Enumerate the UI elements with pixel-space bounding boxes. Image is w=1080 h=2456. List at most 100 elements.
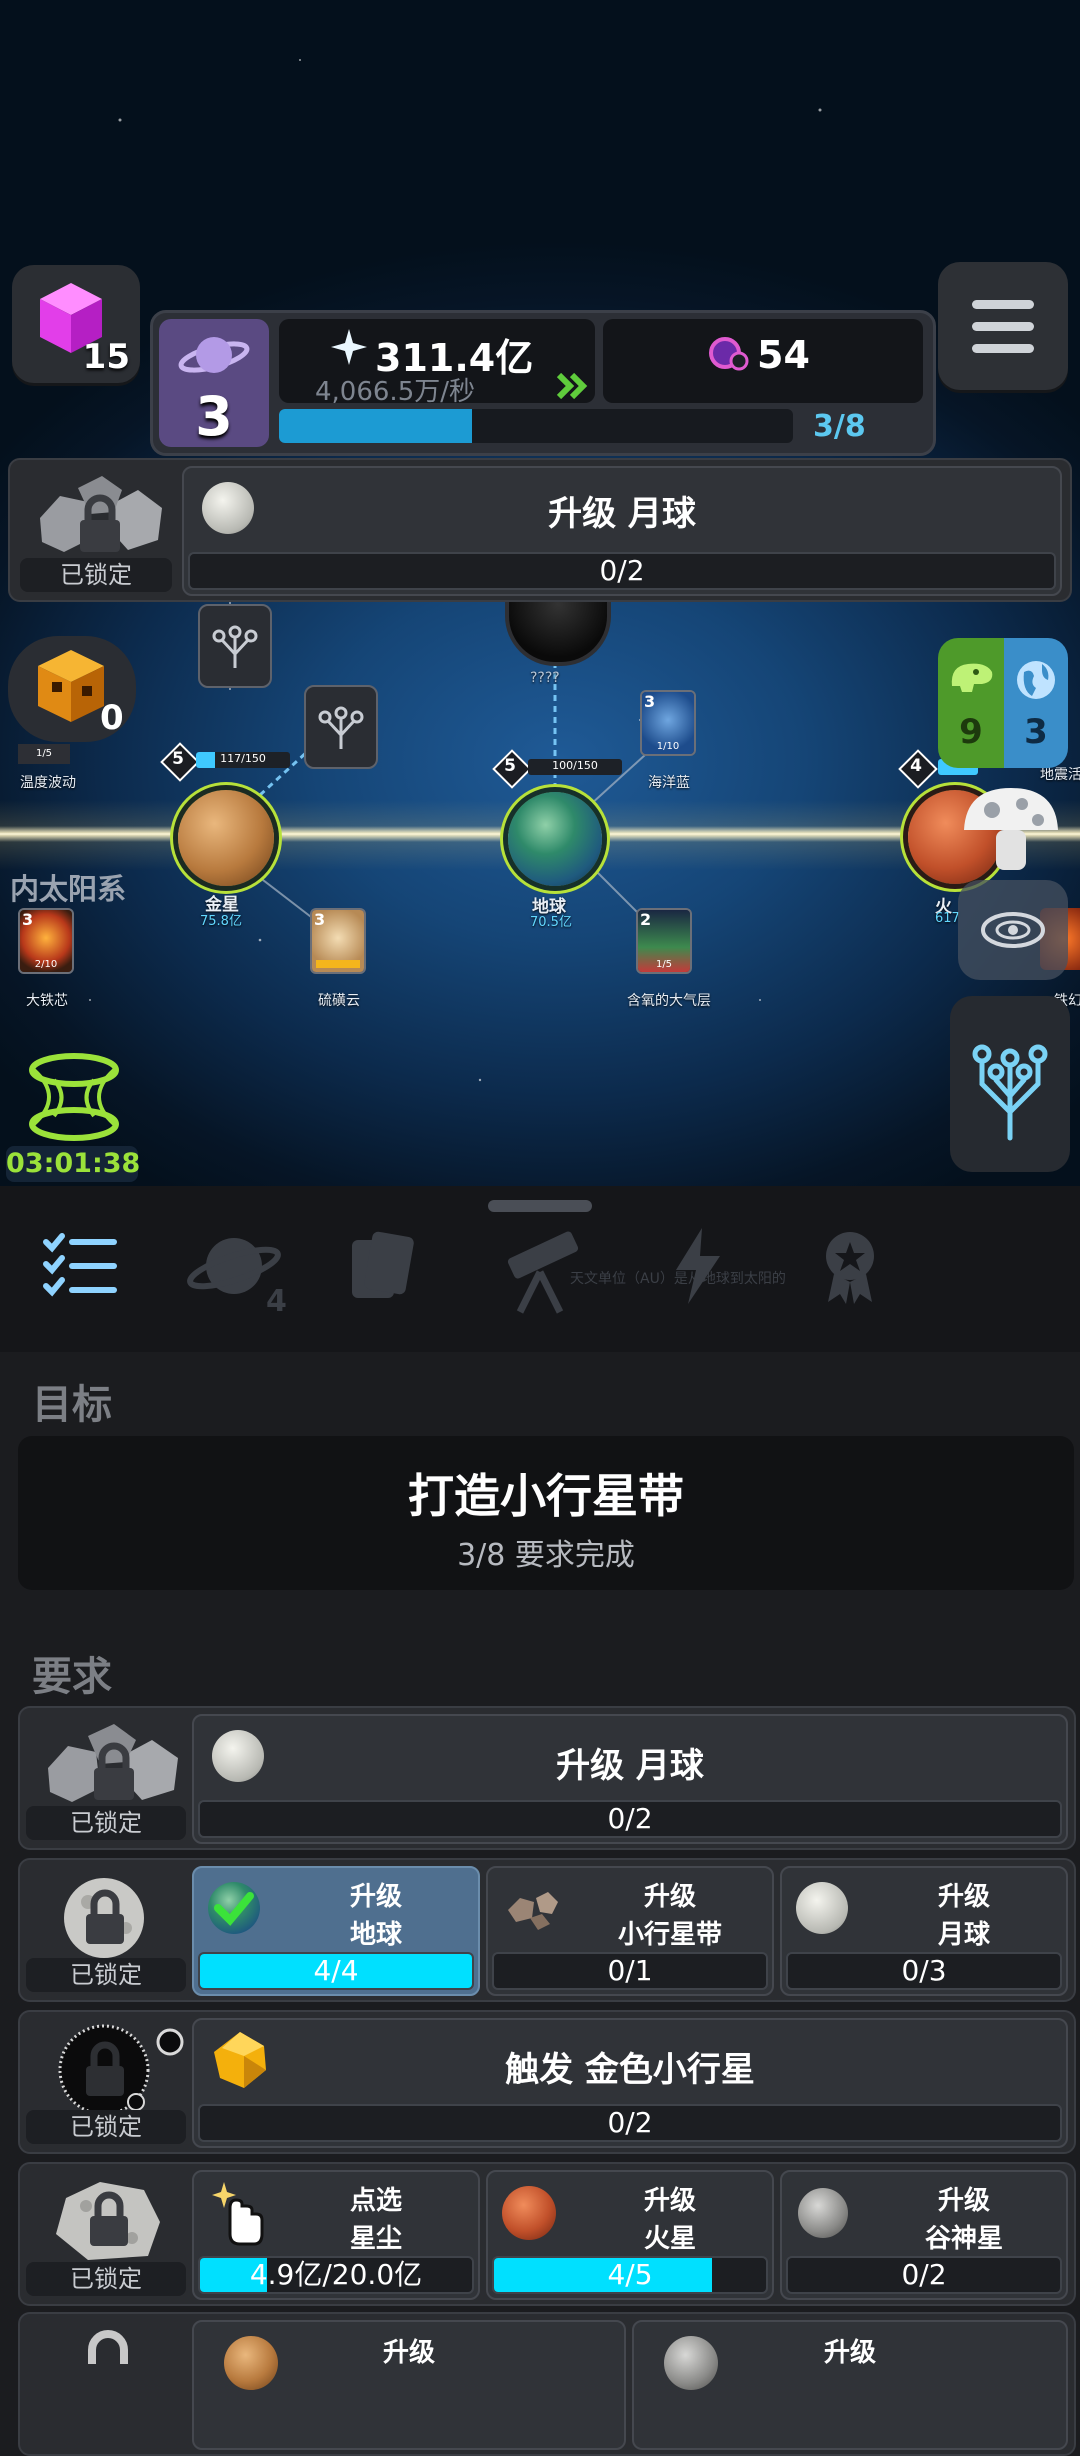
task-target: 星尘 bbox=[349, 2224, 402, 2254]
hamburger-icon bbox=[972, 300, 1034, 309]
earth-value: 70.5亿 bbox=[530, 915, 572, 930]
requirement-task[interactable]: 升级 bbox=[632, 2320, 1068, 2450]
resource-hud: 3 311.4亿 4,066.5万/秒 54 3/8 bbox=[150, 310, 936, 456]
system-level: 3 bbox=[195, 385, 233, 448]
task-title: 升级 火星 bbox=[568, 2182, 772, 2258]
requirement-task[interactable]: 升级 谷神星 0/2 bbox=[780, 2170, 1068, 2300]
requirement-task[interactable]: 升级 bbox=[192, 2320, 626, 2450]
task-title: 升级 月球 bbox=[548, 494, 696, 534]
upgrade-card[interactable]: 3 2/10 bbox=[18, 908, 74, 974]
tab-cards[interactable] bbox=[346, 1226, 430, 1310]
task-verb: 升级 bbox=[937, 1882, 990, 1912]
solar-map-button[interactable] bbox=[958, 880, 1068, 980]
task-verb: 升级 bbox=[823, 2338, 876, 2368]
earth-level-bar: 5 100/150 bbox=[492, 749, 622, 789]
card-count: 1/10 bbox=[656, 741, 680, 752]
era-button[interactable]: 9 3 bbox=[938, 638, 1068, 768]
drag-handle[interactable] bbox=[488, 1200, 592, 1212]
upgrade-card[interactable]: 3 1/10 bbox=[640, 690, 696, 756]
bottom-tab-bar: 4 天文单位（AU）是从地球到太阳的 bbox=[0, 1186, 1080, 1352]
puzzle-button[interactable]: 0 bbox=[8, 636, 136, 742]
task-progress-bar: 4/5 bbox=[492, 2256, 768, 2294]
upgrade-card[interactable]: 2 1/5 bbox=[636, 908, 692, 974]
system-progress-fill bbox=[279, 409, 472, 443]
task-target: 月球 bbox=[937, 1920, 990, 1950]
tab-boosts[interactable] bbox=[668, 1226, 728, 1310]
double-chevron-icon bbox=[557, 373, 588, 399]
task-verb: 升级 bbox=[382, 2338, 435, 2368]
tab-goals[interactable] bbox=[40, 1226, 120, 1310]
task-verb: 点选 bbox=[349, 2186, 402, 2216]
asteroid-belt-icon bbox=[508, 1892, 558, 1930]
card-level: 2 bbox=[640, 910, 652, 929]
upgrade-card[interactable]: 3 bbox=[310, 908, 366, 974]
requirement-task[interactable]: 点选 星尘 4.9亿/20.0亿 bbox=[192, 2170, 480, 2300]
system-level-box[interactable]: 3 bbox=[159, 319, 269, 448]
task-title: 升级 地球 bbox=[274, 1878, 478, 1954]
requirement-row: 已锁定 点选 星尘 4.9亿/20.0亿 升级 火星 4/5 升级 谷神星 0/… bbox=[18, 2162, 1076, 2306]
task-progress: 4.9亿/20.0亿 bbox=[249, 2258, 423, 2291]
wormhole-button[interactable] bbox=[14, 1052, 134, 1152]
requirement-row: 升级 升级 bbox=[18, 2312, 1076, 2456]
branch-icon bbox=[212, 625, 258, 668]
top-goal-banner[interactable]: 已锁定 升级 月球 0/2 bbox=[8, 458, 1072, 602]
branch-icon bbox=[318, 706, 364, 749]
task-verb: 升级 bbox=[643, 2186, 696, 2216]
task-target: 火星 bbox=[643, 2224, 696, 2254]
locked-asteroid-icon bbox=[48, 1724, 178, 1802]
locked-label: 已锁定 bbox=[26, 1958, 186, 1992]
tech-node[interactable] bbox=[198, 604, 272, 688]
menu-button[interactable] bbox=[938, 262, 1068, 390]
cards-icon bbox=[352, 1231, 414, 1298]
task-progress-bar: 0/2 bbox=[198, 1800, 1062, 1838]
requirement-row: 已锁定 升级 地球 4/4 升级 小行星带 0/1 升级 月球 0/3 bbox=[18, 1858, 1076, 2002]
tab-achievements[interactable] bbox=[818, 1226, 882, 1310]
globe-panel: 3 bbox=[1004, 638, 1068, 768]
card-count-partial: 1/5 bbox=[18, 744, 70, 764]
card-name: 含氧的大气层 bbox=[627, 993, 711, 1009]
locked-blackhole-icon bbox=[58, 2024, 184, 2114]
locked-label: 已锁定 bbox=[26, 2110, 186, 2144]
requirements-header: 要求 bbox=[32, 1654, 112, 1700]
requirement-task[interactable]: 升级 月球 0/3 bbox=[780, 1866, 1068, 1996]
card-name: 大铁芯 bbox=[26, 993, 68, 1009]
checkmark-icon bbox=[214, 1892, 254, 1926]
task-progress-bar: 0/1 bbox=[492, 1952, 768, 1990]
region-label: 内太阳系 bbox=[10, 872, 127, 906]
cube-count: 15 bbox=[82, 337, 130, 377]
mushroom-button[interactable] bbox=[952, 780, 1070, 880]
puzzle-cube-icon bbox=[38, 650, 104, 722]
requirement-task-completed[interactable]: 升级 地球 4/4 bbox=[192, 1866, 480, 1996]
locked-asteroid-icon bbox=[40, 476, 162, 552]
locked-label: 已锁定 bbox=[26, 2262, 186, 2296]
requirement-task[interactable]: 升级 月球 0/2 bbox=[192, 1714, 1068, 1844]
goal-header: 目标 bbox=[32, 1382, 112, 1428]
globe-icon bbox=[1017, 661, 1055, 699]
earth-xp: 100/150 bbox=[552, 759, 598, 772]
task-progress-bar: 0/2 bbox=[188, 552, 1056, 590]
card-name: 海洋蓝 bbox=[648, 775, 690, 791]
task-title: 升级 月球 bbox=[862, 1878, 1066, 1954]
saturn-icon bbox=[178, 337, 250, 373]
task-verb: 升级 bbox=[937, 2186, 990, 2216]
dino-panel: 9 bbox=[938, 638, 1004, 768]
medal-icon bbox=[826, 1232, 874, 1304]
venus-planet[interactable] bbox=[178, 790, 274, 886]
tech-node[interactable] bbox=[304, 685, 378, 769]
earth-planet[interactable] bbox=[508, 792, 602, 886]
skill-tree-button[interactable] bbox=[950, 996, 1070, 1172]
gem-cube-button[interactable]: 15 bbox=[12, 265, 140, 383]
venus-level-bar: 5 117/150 bbox=[160, 742, 290, 782]
requirement-task[interactable]: 触发 金色小行星 0/2 bbox=[192, 2018, 1068, 2148]
tab-planets[interactable]: 4 bbox=[186, 1226, 287, 1319]
venus-level: 5 bbox=[172, 749, 184, 769]
task-progress-bar: 0/3 bbox=[786, 1952, 1062, 1990]
requirement-task[interactable]: 升级 火星 4/5 bbox=[486, 2170, 774, 2300]
task-title: 升级 月球 bbox=[556, 1746, 704, 1786]
requirement-row: 已锁定 升级 月球 0/2 bbox=[18, 1706, 1076, 1850]
locked-moon-icon bbox=[64, 1878, 144, 1958]
checklist-icon bbox=[43, 1233, 117, 1297]
mars-level: 4 bbox=[910, 756, 922, 776]
upgrade-moon-task[interactable]: 升级 月球 0/2 bbox=[182, 466, 1062, 596]
requirement-task[interactable]: 升级 小行星带 0/1 bbox=[486, 1866, 774, 1996]
